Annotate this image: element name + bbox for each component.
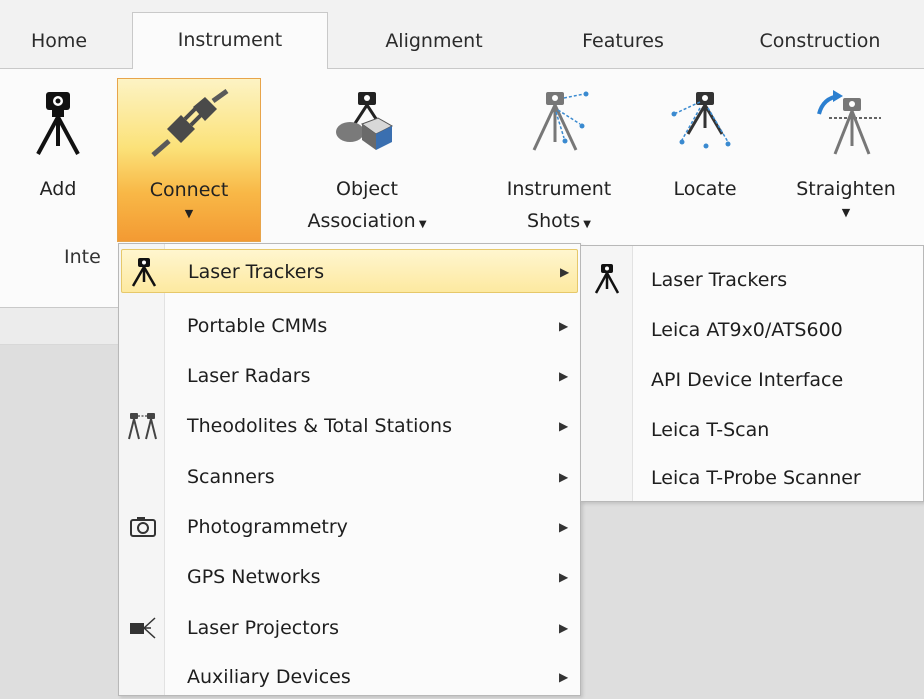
submenu-item-label: Laser Trackers	[651, 269, 788, 291]
tracker-icon	[128, 257, 160, 287]
chevron-right-icon: ▶	[559, 621, 569, 635]
tab-features[interactable]: Features	[538, 14, 708, 68]
add-button-label: Add	[39, 178, 77, 200]
tripod-add-icon	[30, 88, 86, 163]
connect-menu: Laser Trackers ▶ Portable CMMs ▶ Laser R…	[118, 243, 581, 696]
chevron-right-icon: ▶	[559, 470, 569, 484]
straighten-label: Straighten	[796, 178, 896, 200]
menu-item-photogrammetry[interactable]: Photogrammetry ▶	[121, 505, 578, 549]
object-association-label-1: Object	[336, 178, 398, 200]
locate-button[interactable]: Locate	[650, 78, 760, 242]
chevron-right-icon: ▶	[559, 319, 569, 333]
tab-alignment[interactable]: Alignment	[336, 14, 532, 68]
chevron-right-icon: ▶	[559, 570, 569, 584]
menu-item-label: Auxiliary Devices	[187, 666, 351, 688]
submenu-item-label: Leica AT9x0/ATS600	[651, 319, 843, 341]
object-association-label-2: Association ▼	[307, 210, 427, 232]
tab-home[interactable]: Home	[0, 14, 118, 68]
submenu-item-leica-t-probe-scanner[interactable]: Leica T-Probe Scanner	[581, 453, 923, 503]
submenu-item-leica-t-scan[interactable]: Leica T-Scan	[581, 405, 923, 455]
submenu-item-label: API Device Interface	[651, 369, 844, 391]
menu-item-laser-trackers[interactable]: Laser Trackers ▶	[121, 249, 578, 293]
menu-item-label: Theodolites & Total Stations	[187, 415, 452, 437]
connect-button[interactable]: Connect ▼	[117, 78, 261, 242]
projector-icon	[127, 613, 159, 643]
instrument-shots-button[interactable]: Instrument Shots ▼	[484, 78, 634, 242]
camera-icon	[127, 512, 159, 542]
menu-item-theodolites[interactable]: Theodolites & Total Stations ▶	[121, 404, 578, 448]
plug-connect-icon	[147, 88, 231, 166]
menu-item-label: Laser Projectors	[187, 617, 340, 639]
chevron-right-icon: ▶	[559, 419, 569, 433]
ribbon-group-label: Inte	[64, 246, 101, 268]
chevron-right-icon: ▶	[559, 670, 569, 684]
submenu-item-leica-at9x0[interactable]: Leica AT9x0/ATS600	[581, 305, 923, 355]
theodolite-icon	[127, 411, 159, 441]
menu-item-laser-radars[interactable]: Laser Radars ▶	[121, 354, 578, 398]
menu-item-label: Portable CMMs	[187, 315, 328, 337]
menu-item-portable-cmms[interactable]: Portable CMMs ▶	[121, 304, 578, 348]
chevron-right-icon: ▶	[559, 520, 569, 534]
menu-item-label: Laser Radars	[187, 365, 311, 387]
chevron-down-icon: ▼	[841, 206, 851, 219]
submenu-item-label: Leica T-Scan	[651, 419, 770, 441]
connect-button-label: Connect	[149, 179, 229, 201]
menu-item-scanners[interactable]: Scanners ▶	[121, 455, 578, 499]
menu-item-label: Laser Trackers	[188, 261, 325, 283]
menu-item-label: Photogrammetry	[187, 516, 348, 538]
menu-item-auxiliary-devices[interactable]: Auxiliary Devices ▶	[121, 655, 578, 699]
ribbon-tabbar: Home Instrument Alignment Features Const…	[0, 0, 924, 69]
object-association-button[interactable]: Object Association ▼	[282, 78, 452, 242]
chevron-right-icon: ▶	[559, 369, 569, 383]
tab-instrument[interactable]: Instrument	[132, 12, 328, 69]
menu-item-laser-projectors[interactable]: Laser Projectors ▶	[121, 606, 578, 650]
tracker-icon	[591, 263, 623, 295]
locate-label: Locate	[673, 178, 737, 200]
menu-item-label: GPS Networks	[187, 566, 321, 588]
menu-item-label: Scanners	[187, 466, 275, 488]
submenu-item-api-device-interface[interactable]: API Device Interface	[581, 355, 923, 405]
instrument-shots-label-2: Shots ▼	[527, 210, 591, 232]
chevron-right-icon: ▶	[560, 265, 570, 279]
menu-item-gps-networks[interactable]: GPS Networks ▶	[121, 555, 578, 599]
submenu-item-laser-trackers[interactable]: Laser Trackers	[581, 255, 923, 305]
instrument-shots-icon	[524, 88, 594, 163]
straighten-icon	[809, 88, 883, 163]
straighten-button[interactable]: Straighten ▼	[774, 78, 918, 242]
laser-trackers-submenu: Laser Trackers Leica AT9x0/ATS600 API De…	[580, 245, 924, 502]
add-button[interactable]: Add	[0, 78, 116, 238]
instrument-shots-label-1: Instrument	[506, 178, 612, 200]
submenu-item-label: Leica T-Probe Scanner	[651, 467, 861, 489]
locate-icon	[670, 88, 740, 163]
object-association-icon	[328, 88, 406, 163]
chevron-down-icon: ▼	[184, 207, 194, 220]
tab-construction[interactable]: Construction	[716, 14, 924, 68]
